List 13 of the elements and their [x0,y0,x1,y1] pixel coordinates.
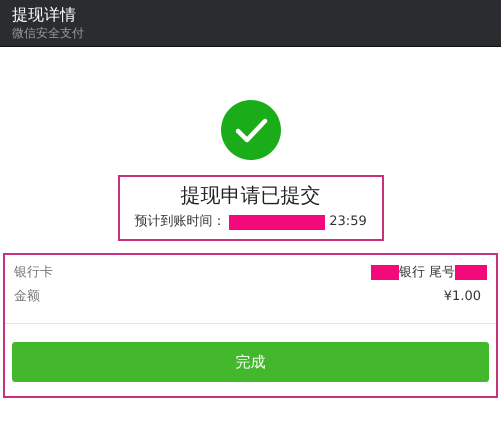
success-check-icon [220,100,280,160]
eta-label: 预计到账时间： [134,214,226,230]
detail-label: 银行卡 [14,264,53,282]
redaction-bar [370,265,399,280]
page-title: 提现详情 [12,5,77,25]
detail-value: 银行 尾号 [398,264,455,282]
status-title: 提现申请已提交 [180,182,320,208]
page-subtitle: 微信安全支付 [12,25,85,41]
eta-time: 23:59 [329,214,367,230]
redaction-bar [455,265,487,280]
detail-label: 金额 [14,288,40,306]
done-button[interactable]: 完成 [12,342,489,382]
detail-value: ¥1.00 [444,288,482,306]
